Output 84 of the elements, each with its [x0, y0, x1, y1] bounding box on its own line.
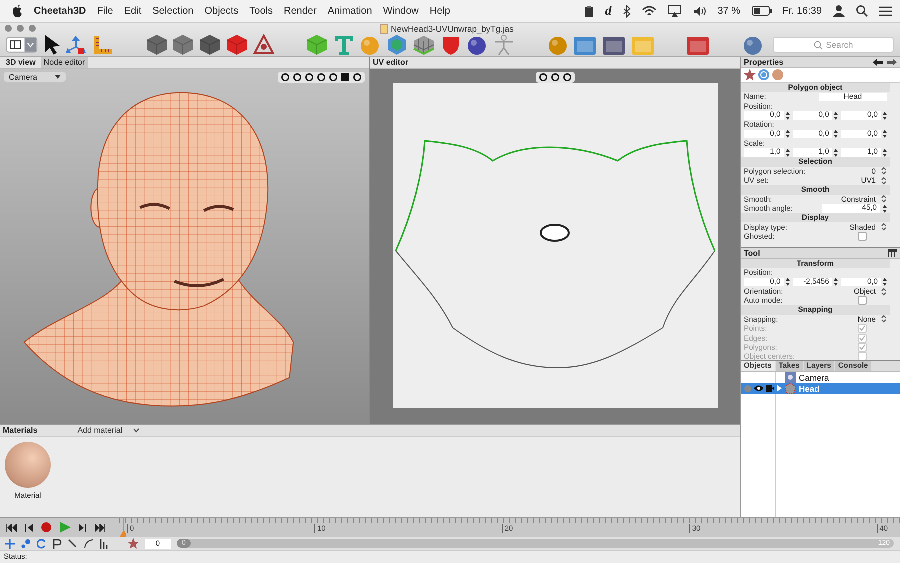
move-tool-icon[interactable] [65, 34, 88, 56]
clipboard-icon[interactable] [584, 4, 594, 18]
skip-to-start-icon[interactable] [6, 524, 17, 532]
status-menu-icon[interactable]: d [605, 3, 612, 19]
up-down-chevron-icon[interactable] [881, 315, 887, 324]
object-row[interactable]: Camera [741, 372, 900, 383]
render-camera-icon[interactable] [766, 385, 774, 392]
ruler-icon[interactable] [92, 34, 114, 56]
up-down-chevron-icon[interactable] [881, 167, 887, 176]
view-tab[interactable]: Node editor [40, 57, 88, 68]
menu-item[interactable]: Render [284, 6, 317, 16]
view-tab[interactable]: 3D view [3, 57, 39, 68]
step-back-icon[interactable] [25, 524, 33, 532]
visibility-eye-icon[interactable] [754, 385, 764, 392]
volume-icon[interactable] [692, 6, 707, 16]
polygon-object-icon [785, 383, 796, 394]
bars-icon[interactable] [100, 538, 110, 548]
battery-percentage: 37 % [718, 6, 741, 16]
playhead-marker[interactable] [120, 517, 126, 537]
menu-item[interactable]: Window [383, 6, 419, 16]
cursor-arrow-icon[interactable] [42, 34, 60, 56]
user-icon[interactable] [833, 5, 845, 17]
menu-item[interactable]: Tools [250, 6, 274, 16]
keyframe-star-icon[interactable] [128, 538, 139, 549]
window-title: NewHead3-UVUnwrap_byTg.jas [391, 24, 514, 34]
menu-item[interactable]: Help [430, 6, 450, 16]
add-material-dropdown[interactable]: Add material [78, 426, 140, 435]
material-swatch[interactable] [5, 442, 51, 488]
up-down-chevron-icon[interactable] [881, 195, 887, 204]
object-name: Head [799, 384, 820, 394]
forward-arrow-icon[interactable] [887, 58, 897, 66]
panel-title: Tool [744, 248, 762, 258]
close-button[interactable] [5, 25, 12, 32]
dropdown-arrow-icon [55, 75, 62, 79]
star-icon[interactable] [744, 69, 756, 81]
camera-dropdown[interactable]: Camera [4, 72, 66, 82]
menu-item[interactable]: Animation [328, 6, 372, 16]
bluetooth-icon[interactable] [622, 4, 631, 18]
expand-arrow-icon[interactable] [777, 385, 782, 392]
document-icon [380, 24, 388, 34]
object-row[interactable]: Head [741, 383, 900, 394]
stepper-icon[interactable] [883, 204, 887, 212]
up-down-chevron-icon[interactable] [881, 176, 887, 185]
wifi-icon[interactable] [642, 6, 657, 16]
panel-title: Materials [3, 426, 38, 435]
menu-item[interactable]: Edit [124, 6, 142, 16]
record-button[interactable] [41, 522, 52, 533]
curve-key-icon[interactable] [84, 538, 94, 548]
airplay-icon[interactable] [668, 5, 682, 17]
minimize-button[interactable] [17, 25, 24, 32]
menu-item[interactable]: Selection [152, 6, 194, 16]
point-tool-icon[interactable] [21, 538, 31, 548]
back-arrow-icon[interactable] [873, 58, 883, 66]
battery-icon[interactable] [752, 6, 772, 16]
checkbox[interactable] [858, 232, 867, 241]
menu-clock[interactable]: Fr. 16:39 [782, 6, 822, 16]
zoom-button[interactable] [29, 25, 36, 32]
checkbox[interactable] [858, 296, 867, 306]
object-name: Camera [799, 372, 830, 382]
chevron-down-icon [132, 428, 140, 433]
app-menu[interactable]: Cheetah3D [34, 6, 86, 16]
menu-item[interactable]: Objects [204, 6, 239, 16]
step-forward-icon[interactable] [79, 524, 87, 532]
layout-toggle-button[interactable] [6, 37, 38, 53]
cube-icon[interactable] [226, 34, 248, 56]
cube-icon[interactable] [172, 34, 194, 56]
skip-to-end-icon[interactable] [95, 524, 106, 532]
cube-icon[interactable] [199, 34, 221, 56]
camera-object-icon [785, 372, 796, 383]
apple-icon[interactable] [12, 4, 23, 18]
cube-icon[interactable] [146, 34, 168, 56]
panel-title: Properties [744, 58, 785, 66]
up-down-chevron-icon[interactable] [881, 288, 887, 296]
search-icon [814, 40, 824, 50]
p-key-icon[interactable] [53, 538, 62, 548]
search-icon[interactable] [856, 5, 868, 17]
grid-block-icon[interactable] [412, 34, 435, 56]
menu-item[interactable]: File [97, 6, 114, 16]
uv-tag-icon[interactable] [758, 69, 770, 81]
ruler-icon[interactable] [888, 249, 897, 257]
hexagon-icon[interactable] [386, 34, 408, 56]
list-icon[interactable] [879, 6, 892, 16]
up-down-chevron-icon[interactable] [881, 223, 887, 232]
panel-title: UV editor [373, 58, 409, 67]
